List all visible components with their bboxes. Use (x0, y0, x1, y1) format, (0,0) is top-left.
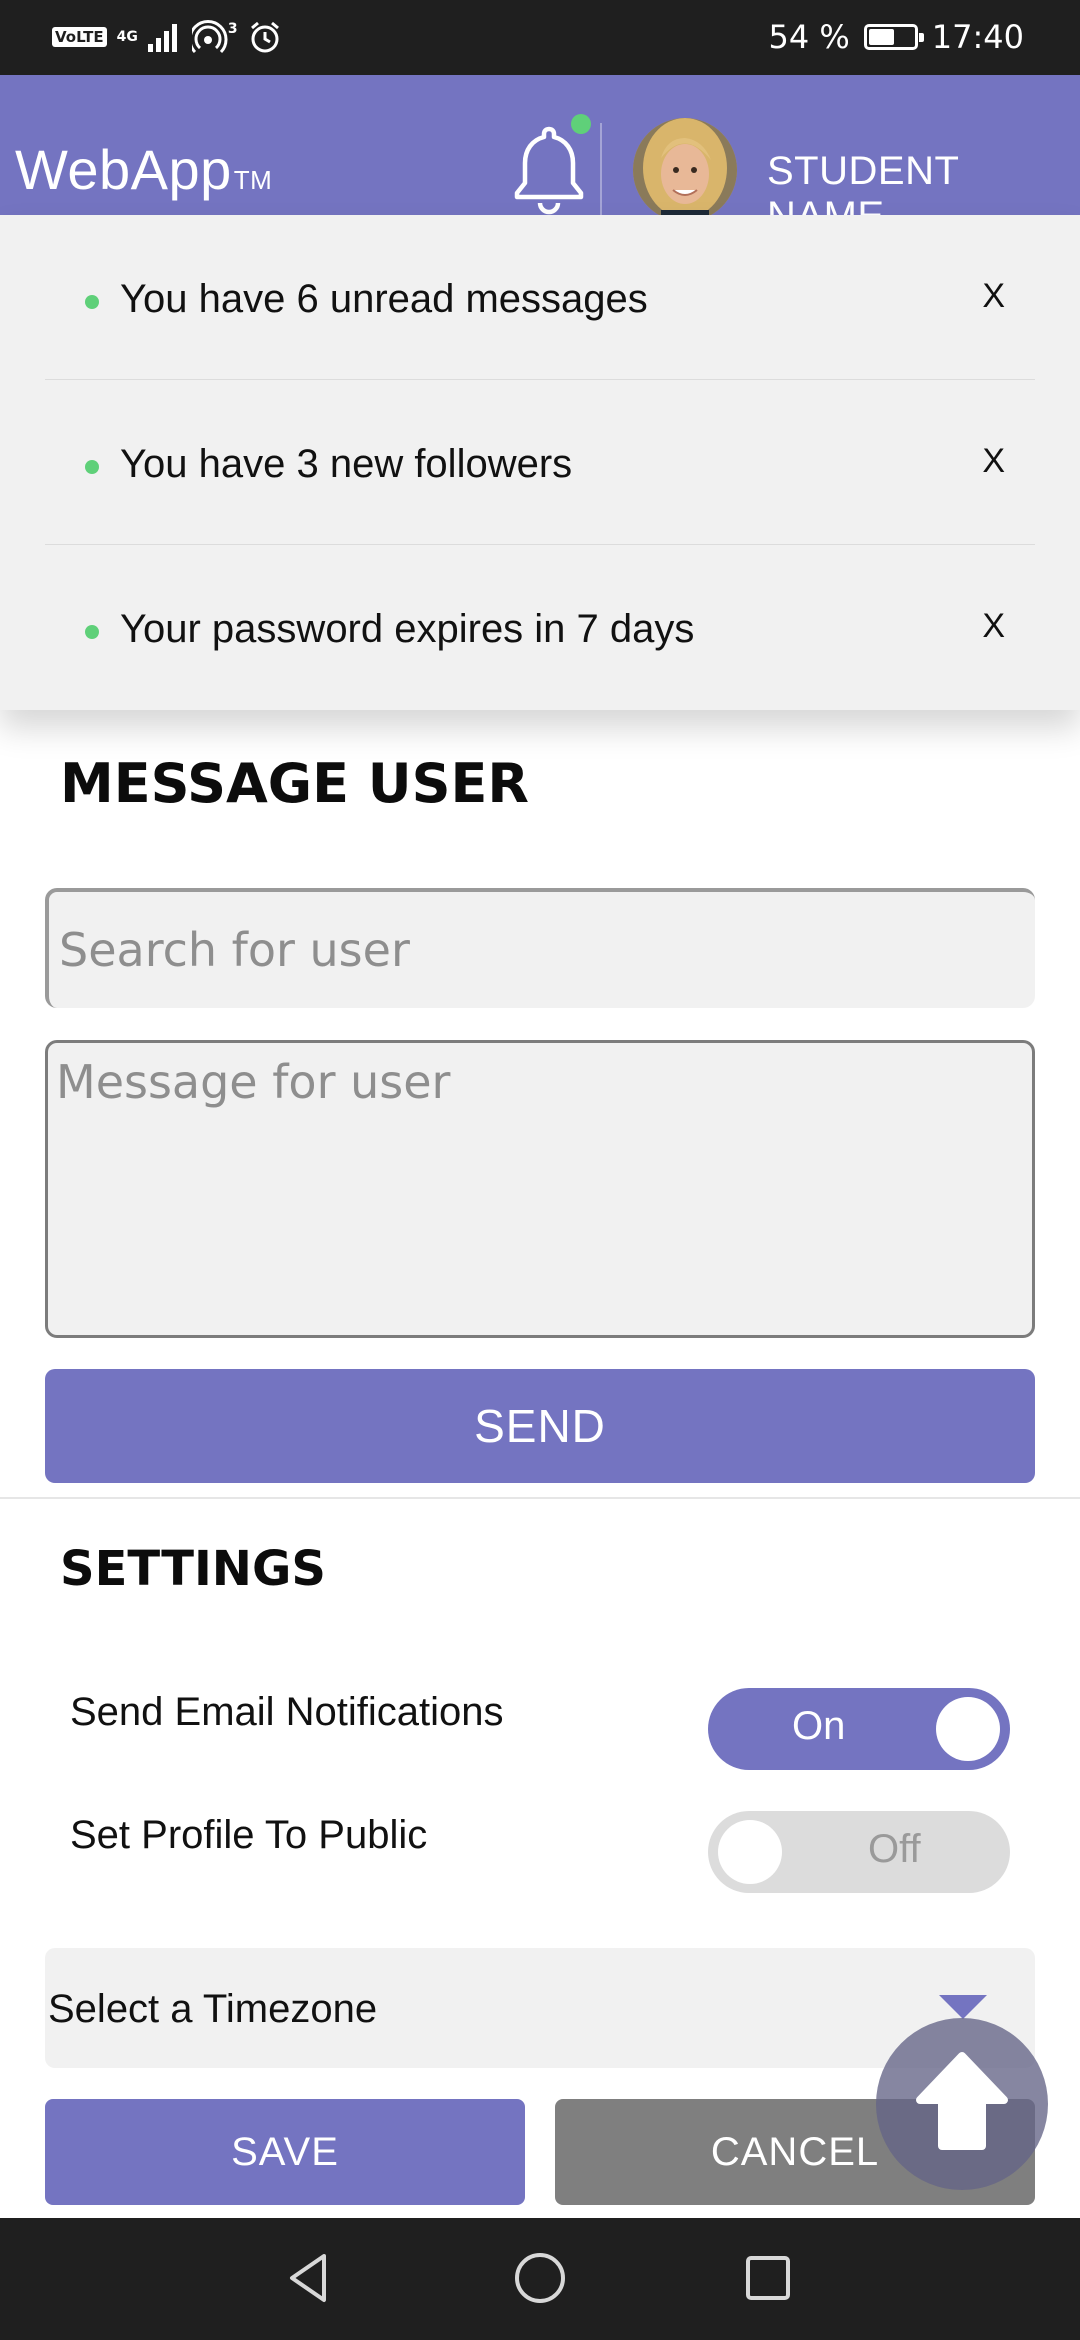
home-icon[interactable] (510, 2248, 570, 2308)
notification-item[interactable]: You have 6 unread messages X (45, 215, 1035, 380)
app-logo[interactable]: WebAppTM (15, 137, 272, 202)
status-bar: VoLTE 4G 3 54 % 17:40 (0, 0, 1080, 75)
scroll-to-top-button[interactable] (876, 2018, 1048, 2190)
notification-text: You have 3 new followers (120, 442, 573, 486)
public-profile-label: Set Profile To Public (70, 1813, 428, 1857)
bell-icon[interactable] (508, 123, 590, 215)
notification-text: Your password expires in 7 days (120, 607, 695, 651)
avatar-photo (633, 118, 737, 222)
battery-fill (868, 29, 894, 45)
header-divider (600, 123, 602, 215)
toggle-state-label: Off (868, 1827, 921, 1871)
send-button[interactable]: SEND (45, 1369, 1035, 1483)
status-icons-left: VoLTE 4G 3 (52, 14, 282, 60)
message-input[interactable] (45, 1040, 1035, 1338)
section-divider (0, 1497, 1080, 1499)
toggle-knob (718, 1820, 782, 1884)
clock: 17:40 (931, 18, 1024, 56)
notification-dot (85, 625, 99, 639)
system-nav-bar (0, 2218, 1080, 2340)
notification-dot (85, 460, 99, 474)
notification-dot (85, 295, 99, 309)
arrow-up-icon (916, 2052, 1008, 2150)
unread-indicator-dot (571, 114, 591, 134)
network-type: 4G (116, 29, 138, 45)
volte-badge: VoLTE (52, 27, 107, 47)
hotspot-icon (191, 20, 228, 54)
toggle-knob (936, 1697, 1000, 1761)
timezone-select-value: Select a Timezone (48, 1987, 378, 2031)
status-icons-right: 54 % 17:40 (768, 14, 1024, 60)
avatar[interactable] (633, 118, 737, 222)
search-user-input[interactable] (45, 888, 1035, 1008)
save-button[interactable]: SAVE (45, 2099, 525, 2205)
battery-icon (863, 24, 924, 50)
notification-close-button[interactable]: X (982, 277, 1005, 316)
settings-title: SETTINGS (60, 1541, 326, 1597)
email-notifications-label: Send Email Notifications (70, 1690, 504, 1734)
email-notifications-toggle[interactable]: On (708, 1688, 1010, 1770)
notifications-dropdown: You have 6 unread messages X You have 3 … (0, 215, 1080, 710)
dropdown-arrow-icon (939, 1995, 987, 2019)
notification-close-button[interactable]: X (982, 442, 1005, 481)
alarm-icon (250, 21, 279, 53)
signal-icon (147, 24, 177, 52)
message-user-title: MESSAGE USER (60, 752, 529, 815)
back-icon[interactable] (280, 2248, 340, 2308)
notification-close-button[interactable]: X (982, 607, 1005, 646)
app-logo-text: WebApp (15, 138, 232, 201)
public-profile-toggle[interactable]: Off (708, 1811, 1010, 1893)
trademark-mark: TM (233, 165, 273, 195)
hotspot-count: 3 (227, 21, 238, 37)
notification-text: You have 6 unread messages (120, 277, 648, 321)
notification-item[interactable]: You have 3 new followers X (45, 380, 1035, 545)
app-header: WebAppTM STUDENT NAME (0, 75, 1080, 238)
toggle-state-label: On (792, 1704, 846, 1748)
recents-icon[interactable] (738, 2248, 798, 2308)
battery-percent: 54 % (768, 18, 850, 56)
notification-item[interactable]: Your password expires in 7 days X (45, 545, 1035, 710)
